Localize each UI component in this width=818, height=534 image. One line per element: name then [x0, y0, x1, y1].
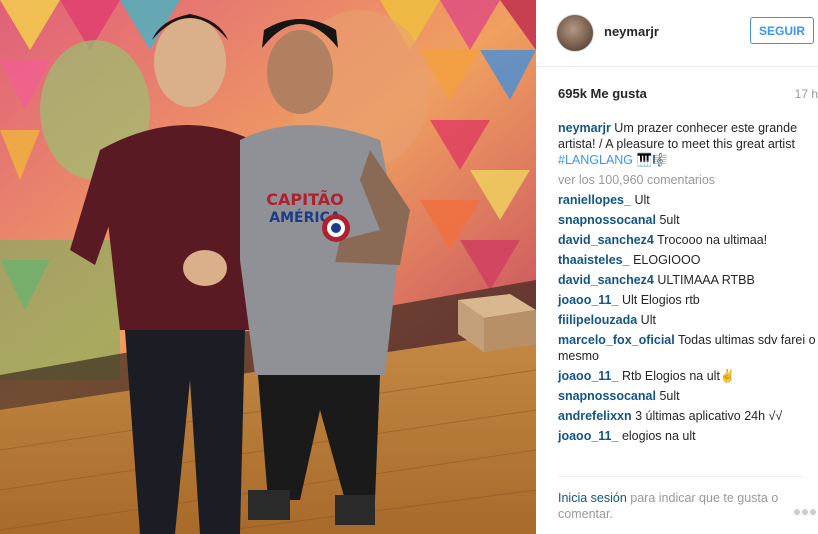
comment: andrefelixxn 3 últimas aplicativo 24h √√: [558, 408, 816, 424]
comment-user[interactable]: david_sanchez4: [558, 273, 654, 287]
comment-user[interactable]: thaaisteles_: [558, 253, 630, 267]
comment-text: 5ult: [659, 213, 680, 227]
comment-user[interactable]: snapnossocanal: [558, 213, 656, 227]
comments-list: neymarjr Um prazer conhecer este grande …: [558, 120, 816, 448]
comment-text: Ult: [640, 313, 656, 327]
comment: thaaisteles_ ELOGIOOO: [558, 252, 816, 268]
likes-row: 695k Me gusta 17 h: [558, 86, 818, 104]
divider: [558, 476, 804, 477]
comment: raniellopes_ Ult: [558, 192, 816, 208]
avatar[interactable]: [556, 14, 594, 52]
instagram-post: CAPITÃO AMÉRICA neymarjr SEGUIR 695k Me …: [0, 0, 818, 534]
caption: neymarjr Um prazer conhecer este grande …: [558, 120, 816, 168]
comment: joaoo_11_ Rtb Elogios na ult✌: [558, 368, 816, 384]
comment-text: 3 últimas aplicativo 24h √√: [635, 409, 783, 423]
post-sidebar: neymarjr SEGUIR 695k Me gusta 17 h neyma…: [536, 0, 818, 534]
follow-button[interactable]: SEGUIR: [750, 17, 814, 44]
comment-text: elogios na ult: [621, 429, 696, 443]
comment-text: 5ult: [659, 389, 680, 403]
comment: marcelo_fox_oficial Todas ultimas sdv fa…: [558, 332, 816, 364]
comment-user[interactable]: joaoo_11_: [558, 369, 618, 383]
comment: joaoo_11_ elogios na ult: [558, 428, 816, 444]
comment: david_sanchez4 ULTIMAAA RTBB: [558, 272, 816, 288]
caption-hashtag[interactable]: #LANGLANG: [558, 153, 633, 167]
comment: david_sanchez4 Trocooo na ultimaa!: [558, 232, 816, 248]
comment-text: Rtb Elogios na ult✌: [621, 369, 736, 383]
post-header: neymarjr SEGUIR: [536, 0, 818, 67]
comment-text: Ult Elogios rtb: [621, 293, 700, 307]
username[interactable]: neymarjr: [604, 24, 659, 39]
photo-illustration: CAPITÃO AMÉRICA: [0, 0, 536, 534]
comment-user[interactable]: marcelo_fox_oficial: [558, 333, 675, 347]
caption-emoji: 🎹🎼: [636, 153, 668, 167]
comment-text: Ult: [634, 193, 650, 207]
comment-text: ULTIMAAA RTBB: [657, 273, 755, 287]
comment-user[interactable]: raniellopes_: [558, 193, 631, 207]
dot: [794, 509, 800, 515]
caption-user[interactable]: neymarjr: [558, 121, 611, 135]
more-options-icon[interactable]: [794, 502, 818, 515]
dot: [810, 509, 816, 515]
comment-user[interactable]: joaoo_11_: [558, 293, 618, 307]
view-all-comments[interactable]: ver los 100,960 comentarios: [558, 172, 816, 188]
comment: snapnossocanal 5ult: [558, 212, 816, 228]
comment-text: Trocooo na ultimaa!: [657, 233, 768, 247]
comment-user[interactable]: snapnossocanal: [558, 389, 656, 403]
login-prompt: Inicia sesión para indicar que te gusta …: [558, 490, 790, 522]
login-link[interactable]: Inicia sesión: [558, 491, 627, 505]
shirt-text-1: CAPITÃO: [266, 190, 343, 209]
comment-user[interactable]: andrefelixxn: [558, 409, 632, 423]
comment-text: ELOGIOOO: [633, 253, 701, 267]
comment: fiilipelouzada Ult: [558, 312, 816, 328]
comment-user[interactable]: david_sanchez4: [558, 233, 654, 247]
comment-user[interactable]: joaoo_11_: [558, 429, 618, 443]
comment-user[interactable]: fiilipelouzada: [558, 313, 637, 327]
post-time[interactable]: 17 h: [795, 87, 818, 101]
post-photo[interactable]: CAPITÃO AMÉRICA: [0, 0, 536, 534]
dot: [802, 509, 808, 515]
comment: joaoo_11_ Ult Elogios rtb: [558, 292, 816, 308]
comment: snapnossocanal 5ult: [558, 388, 816, 404]
likes-count[interactable]: 695k Me gusta: [558, 86, 647, 101]
